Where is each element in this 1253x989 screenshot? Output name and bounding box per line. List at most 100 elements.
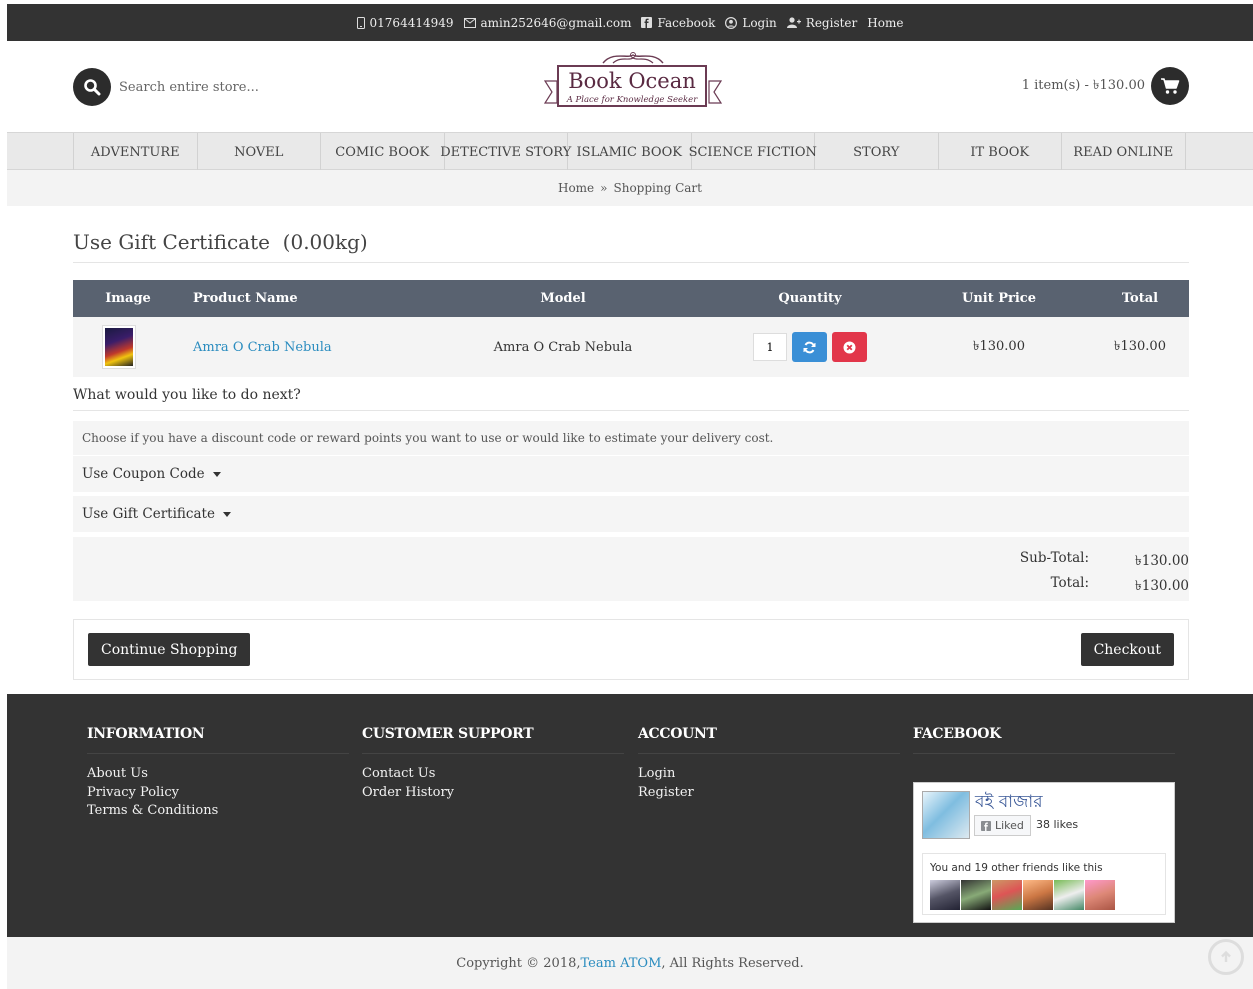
- title-divider: [73, 262, 1189, 263]
- shopping-cart-icon: [1161, 78, 1180, 94]
- footer-link-contact-us[interactable]: Contact Us: [362, 765, 624, 784]
- continue-shopping-button[interactable]: Continue Shopping: [88, 633, 251, 666]
- cart-button[interactable]: [1151, 67, 1189, 105]
- cart-summary[interactable]: 1 item(s) - ৳130.00: [1022, 67, 1189, 105]
- logo-subtitle: A Place for Knowledge Seeker: [566, 95, 698, 105]
- arrow-up-icon: [1221, 950, 1231, 962]
- breadcrumb: Home » Shopping Cart: [7, 170, 1253, 206]
- table-header: Image Product Name Model Quantity Unit P…: [73, 280, 1189, 317]
- facebook-icon: [641, 17, 653, 28]
- logo[interactable]: Book Ocean A Place for Knowledge Seeker: [543, 47, 723, 121]
- avatar[interactable]: [930, 880, 960, 910]
- cart-actions: Continue Shopping Checkout: [73, 619, 1189, 680]
- avatar[interactable]: [1054, 880, 1084, 910]
- facebook-liked-button[interactable]: Liked: [974, 815, 1031, 836]
- search-bar: [73, 68, 379, 106]
- register-link[interactable]: Register: [786, 15, 858, 30]
- cart-weight: (0.00kg): [282, 230, 368, 254]
- coupon-code-label: Use Coupon Code: [82, 466, 205, 482]
- footer-account: ACCOUNT Login Register: [638, 726, 900, 802]
- nav-item-detective-story[interactable]: DETECTIVE STORY: [440, 133, 571, 171]
- copyright-prefix: Copyright © 2018,: [456, 955, 581, 971]
- nav-item-comic-book[interactable]: COMIC BOOK: [321, 133, 445, 171]
- page: 01764414949 amin252646@gmail.com Faceboo…: [7, 4, 1253, 989]
- facebook-page-avatar[interactable]: [922, 791, 970, 839]
- product-total: ৳130.00: [1114, 338, 1166, 354]
- phone-text: 01764414949: [369, 15, 454, 30]
- quantity-input[interactable]: [753, 333, 787, 361]
- facebook-link[interactable]: Facebook: [641, 16, 715, 30]
- next-steps-description: Choose if you have a discount code or re…: [73, 421, 1189, 455]
- avatar[interactable]: [1023, 880, 1053, 910]
- header-image: Image: [105, 291, 151, 306]
- remove-item-button[interactable]: [832, 332, 867, 362]
- footer-link-about-us[interactable]: About Us: [87, 765, 349, 784]
- product-name-link[interactable]: Amra O Crab Nebula: [193, 340, 332, 355]
- product-name-cell: Amra O Crab Nebula: [183, 340, 413, 355]
- email-link[interactable]: amin252646@gmail.com: [463, 15, 632, 30]
- page-title: Use Gift Certificate (0.00kg): [73, 230, 368, 254]
- product-model: Amra O Crab Nebula: [493, 339, 633, 355]
- cart-summary-text: 1 item(s) - ৳130.00: [1021, 77, 1145, 93]
- subtotal-value: ৳130.00: [1135, 553, 1189, 569]
- header-model: Model: [540, 291, 586, 306]
- email-text: amin252646@gmail.com: [480, 15, 632, 30]
- search-button[interactable]: [73, 68, 111, 106]
- login-link[interactable]: Login: [725, 15, 777, 30]
- update-quantity-button[interactable]: [792, 332, 827, 362]
- footer-link-terms[interactable]: Terms & Conditions: [87, 802, 349, 821]
- register-text: Register: [805, 15, 858, 30]
- header: Book Ocean A Place for Knowledge Seeker …: [7, 41, 1253, 132]
- scroll-to-top-button[interactable]: [1208, 939, 1244, 975]
- quantity-cell: [713, 332, 907, 362]
- home-link[interactable]: Home: [867, 16, 903, 30]
- nav-item-read-online[interactable]: READ ONLINE: [1062, 133, 1186, 171]
- facebook-friends-box: You and 19 other friends like this: [922, 853, 1166, 915]
- footer-support: CUSTOMER SUPPORT Contact Us Order Histor…: [362, 726, 624, 802]
- footer-facebook: FACEBOOK: [913, 726, 1175, 754]
- nav-item-it-book[interactable]: IT BOOK: [939, 133, 1062, 171]
- nav-item-science-fiction[interactable]: SCIENCE FICTION: [689, 133, 817, 171]
- login-text: Login: [742, 15, 777, 30]
- footer-account-title: ACCOUNT: [638, 726, 717, 742]
- caret-down-icon: [212, 471, 221, 477]
- team-link[interactable]: Team ATOM: [581, 956, 662, 971]
- cart-table: Image Product Name Model Quantity Unit P…: [73, 280, 1189, 377]
- nav-item-story[interactable]: STORY: [815, 133, 939, 171]
- nav-item-islamic-book[interactable]: ISLAMIC BOOK: [568, 133, 692, 171]
- header-total: Total: [1121, 291, 1159, 306]
- breadcrumb-home[interactable]: Home: [558, 181, 594, 195]
- product-thumbnail[interactable]: [102, 325, 136, 369]
- breadcrumb-separator: »: [600, 181, 608, 195]
- nav-item-adventure[interactable]: ADVENTURE: [74, 133, 198, 171]
- footer-link-order-history[interactable]: Order History: [362, 784, 624, 803]
- footer-information-title: INFORMATION: [87, 726, 205, 742]
- logo-frame: Book Ocean A Place for Knowledge Seeker: [557, 65, 707, 107]
- checkout-button[interactable]: Checkout: [1080, 633, 1174, 666]
- subtotal-label: Sub-Total:: [1019, 550, 1089, 566]
- avatar[interactable]: [992, 880, 1022, 910]
- close-circle-icon: [843, 341, 856, 353]
- coupon-code-toggle[interactable]: Use Coupon Code: [73, 456, 1189, 492]
- facebook-friends-text: You and 19 other friends like this: [930, 862, 1103, 874]
- footer-information: INFORMATION About Us Privacy Policy Term…: [87, 726, 349, 821]
- footer-support-title: CUSTOMER SUPPORT: [362, 726, 534, 742]
- gift-certificate-label: Use Gift Certificate: [82, 506, 215, 522]
- next-steps-divider: [73, 410, 1189, 411]
- avatar[interactable]: [1085, 880, 1115, 910]
- phone-link[interactable]: 01764414949: [356, 15, 454, 30]
- product-unit-price: ৳130.00: [973, 338, 1025, 354]
- nav-item-novel[interactable]: NOVEL: [198, 133, 321, 171]
- avatar[interactable]: [961, 880, 991, 910]
- search-input[interactable]: [119, 79, 379, 95]
- product-image-cell: [73, 325, 183, 369]
- facebook-page-name[interactable]: বই বাজার: [975, 789, 1043, 817]
- logo-title: Book Ocean: [568, 69, 696, 93]
- gift-certificate-toggle[interactable]: Use Gift Certificate: [73, 496, 1189, 532]
- next-steps-title: What would you like to do next?: [73, 387, 301, 403]
- footer-link-login[interactable]: Login: [638, 765, 900, 784]
- breadcrumb-current[interactable]: Shopping Cart: [614, 181, 703, 195]
- footer-link-register[interactable]: Register: [638, 784, 900, 803]
- footer-link-privacy-policy[interactable]: Privacy Policy: [87, 784, 349, 803]
- facebook-page-widget: বই বাজার Liked 38 likes You and 19 other…: [913, 782, 1175, 923]
